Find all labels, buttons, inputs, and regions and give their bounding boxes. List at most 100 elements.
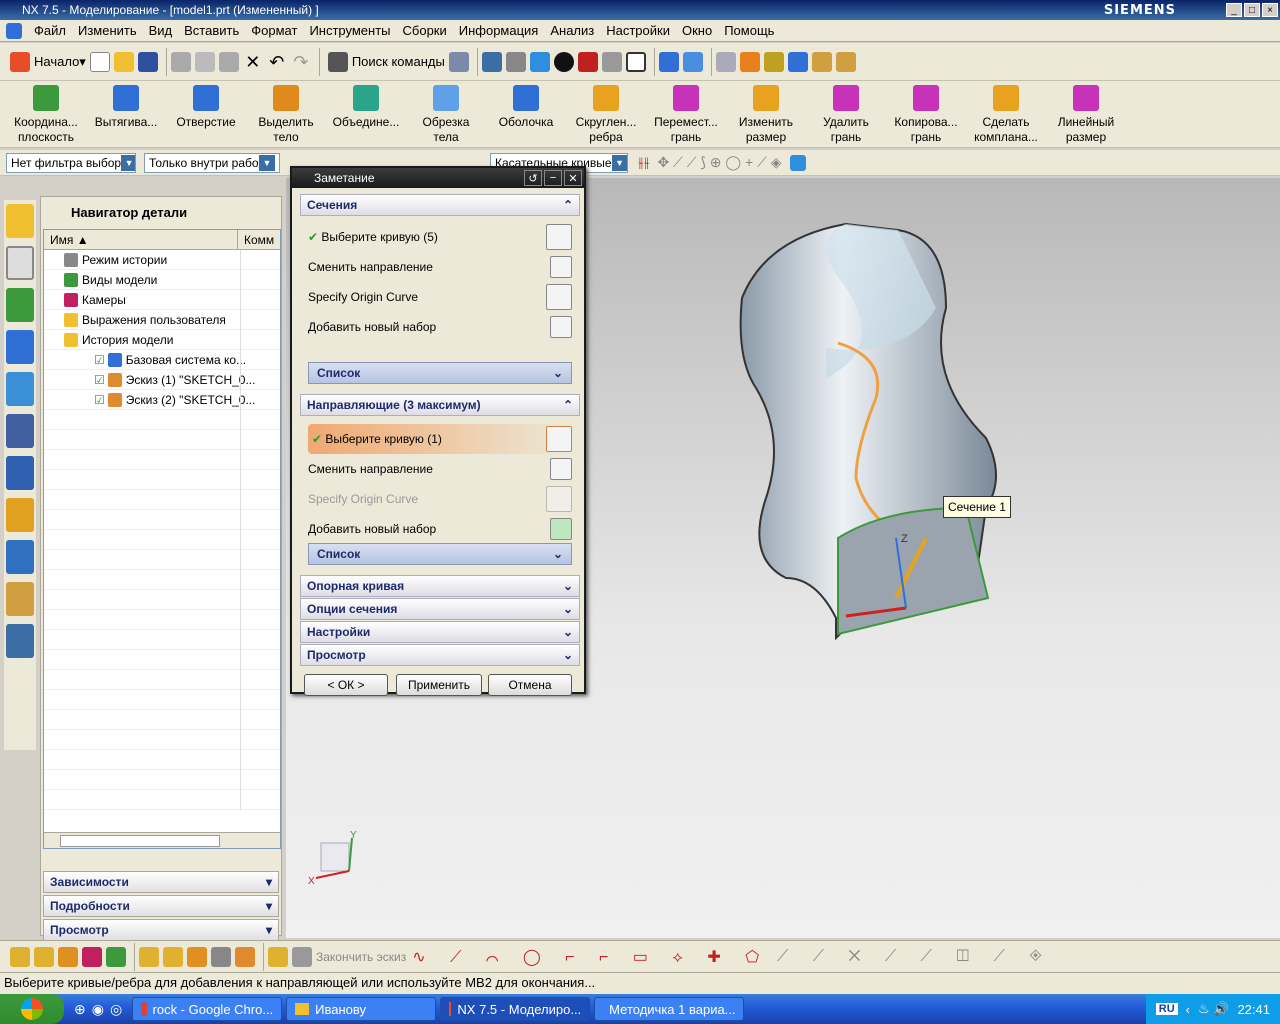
- make-coplanar-button[interactable]: Сделать компланa...: [966, 81, 1046, 147]
- menu-analysis[interactable]: Анализ: [544, 23, 600, 38]
- view-orient-icon[interactable]: [505, 51, 526, 72]
- details-section[interactable]: Подробности ▾: [43, 895, 279, 917]
- tree-row[interactable]: ☑ Базовая система ко...: [44, 350, 280, 370]
- history-icon[interactable]: [6, 414, 34, 448]
- selection-tool-icon[interactable]: [448, 51, 469, 72]
- task-folder[interactable]: Иванову: [286, 997, 437, 1021]
- process-studio-icon[interactable]: [6, 498, 34, 532]
- add-component-icon[interactable]: [34, 946, 54, 967]
- resize-button[interactable]: Изменить размер: [726, 81, 806, 147]
- tray-icons[interactable]: ♨ 🔊: [1198, 1001, 1229, 1017]
- layer-icon[interactable]: [625, 51, 646, 72]
- render-style-icon[interactable]: [553, 51, 574, 72]
- unite-button[interactable]: Объедине...: [326, 81, 406, 147]
- wave-icon[interactable]: [187, 946, 207, 967]
- checkbox-icon[interactable]: ☑: [94, 373, 105, 387]
- analysis-icon[interactable]: [763, 51, 784, 72]
- command-search-button[interactable]: Поиск команды: [324, 47, 449, 77]
- quick-launch-icons[interactable]: ⊕◉◎: [74, 1001, 128, 1018]
- cancel-button[interactable]: Отмена: [488, 674, 572, 696]
- constraints-icon[interactable]: [139, 946, 159, 967]
- tree-row[interactable]: Выражения пользователя: [44, 310, 280, 330]
- guides-group[interactable]: Направляющие (3 максимум) ⌃: [300, 394, 580, 416]
- add-set-icon[interactable]: [550, 518, 572, 540]
- palettes-icon[interactable]: [6, 624, 34, 658]
- clearance-icon[interactable]: [235, 946, 255, 967]
- extract-body-button[interactable]: Выделить тело: [246, 81, 326, 147]
- add-set-icon[interactable]: [550, 316, 572, 338]
- menu-help[interactable]: Помощь: [718, 23, 780, 38]
- undo-icon[interactable]: ↶: [267, 52, 287, 72]
- extrude-button[interactable]: Вытягива...: [86, 81, 166, 147]
- mate-icon[interactable]: [58, 946, 78, 967]
- type-filter-dropdown[interactable]: Нет фильтра выбор ▼: [6, 152, 136, 173]
- datum-plane-button[interactable]: Координа... плоскость: [6, 81, 86, 147]
- section-list-toggle[interactable]: Список ⌄: [308, 362, 572, 384]
- apply-button[interactable]: Применить: [396, 674, 482, 696]
- tray-expand-icon[interactable]: ‹: [1186, 1002, 1190, 1017]
- menu-file[interactable]: Файл: [28, 23, 72, 38]
- preview-group[interactable]: Просмотр ⌄: [300, 644, 580, 666]
- move-face-button[interactable]: Перемест... грань: [646, 81, 726, 147]
- tree-row[interactable]: Камеры: [44, 290, 280, 310]
- checkbox-icon[interactable]: ☑: [94, 393, 105, 407]
- wireframe-icon[interactable]: [601, 51, 622, 72]
- cut-icon[interactable]: [170, 51, 191, 72]
- open-folder-icon[interactable]: [113, 51, 134, 72]
- shell-button[interactable]: Оболочка: [486, 81, 566, 147]
- app-icon[interactable]: [6, 22, 22, 39]
- delete-icon[interactable]: ✕: [243, 52, 263, 72]
- horizontal-scrollbar[interactable]: [44, 832, 280, 848]
- sketch-icon[interactable]: [268, 946, 288, 967]
- collapse-icon[interactable]: −: [544, 170, 562, 186]
- tree-row[interactable]: Виды модели: [44, 270, 280, 290]
- show-hide-icon[interactable]: [787, 51, 808, 72]
- paste-icon[interactable]: [218, 51, 239, 72]
- new-file-icon[interactable]: [89, 51, 110, 72]
- reference-set-icon[interactable]: [163, 946, 183, 967]
- wcs-icon[interactable]: [682, 51, 703, 72]
- copy-face-button[interactable]: Копирова... грань: [886, 81, 966, 147]
- finish-sketch-icon[interactable]: [292, 946, 312, 967]
- menu-preferences[interactable]: Настройки: [600, 23, 676, 38]
- shaded-cube-icon[interactable]: [529, 51, 550, 72]
- maximize-button[interactable]: □: [1244, 3, 1260, 17]
- finish-sketch-label[interactable]: Закончить эскиз: [316, 950, 406, 964]
- part-navigator-icon[interactable]: [6, 246, 34, 280]
- cube-icon[interactable]: [789, 154, 806, 171]
- settings-group[interactable]: Настройки ⌄: [300, 621, 580, 643]
- tree-row[interactable]: ☑ Эскиз (1) "SKETCH_0...: [44, 370, 280, 390]
- tree-row[interactable]: ☑ Эскиз (2) "SKETCH_0...: [44, 390, 280, 410]
- copy-icon[interactable]: [194, 51, 215, 72]
- menu-format[interactable]: Формат: [245, 23, 303, 38]
- roles-icon[interactable]: [6, 540, 34, 574]
- menu-insert[interactable]: Вставить: [178, 23, 245, 38]
- tree-row[interactable]: История модели: [44, 330, 280, 350]
- web-browser-icon[interactable]: [6, 372, 34, 406]
- array-icon[interactable]: [106, 946, 126, 967]
- spine-group[interactable]: Опорная кривая ⌄: [300, 575, 580, 597]
- linear-dimension-button[interactable]: Линейный размер: [1046, 81, 1126, 147]
- exploded-view-icon[interactable]: [211, 946, 231, 967]
- preview-section[interactable]: Просмотр ▾: [43, 919, 279, 941]
- measure-icon[interactable]: [715, 51, 736, 72]
- move-object-icon[interactable]: [658, 51, 679, 72]
- section-options-group[interactable]: Опции сечения ⌄: [300, 598, 580, 620]
- curve-selection-icon[interactable]: [546, 426, 572, 452]
- redo-icon[interactable]: ↷: [291, 52, 311, 72]
- draft-icon[interactable]: [835, 51, 856, 72]
- select-section-curve[interactable]: ✔ Выберите кривую (5): [308, 224, 572, 250]
- sketch-curve-tools[interactable]: ∿ ⟋ ⌒ ◯ ⌐ ⌐ ▭ ⟡ ✚ ⬠: [412, 947, 769, 967]
- scrollbar-thumb[interactable]: [60, 835, 220, 847]
- reset-icon[interactable]: ↺: [524, 170, 542, 186]
- reuse-library-icon[interactable]: [6, 288, 34, 322]
- menu-edit[interactable]: Изменить: [72, 23, 143, 38]
- language-indicator[interactable]: RU: [1155, 1003, 1178, 1015]
- reverse-direction-icon[interactable]: [550, 458, 572, 480]
- system-materials-icon[interactable]: [6, 456, 34, 490]
- dependencies-section[interactable]: Зависимости ▾: [43, 871, 279, 893]
- start-button[interactable]: Начало ▾: [6, 47, 90, 77]
- mirror-icon[interactable]: [82, 946, 102, 967]
- assembly-navigator-icon[interactable]: [6, 204, 34, 238]
- column-name[interactable]: Имя ▲: [44, 230, 238, 249]
